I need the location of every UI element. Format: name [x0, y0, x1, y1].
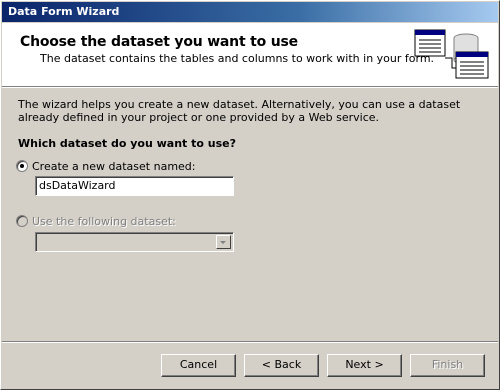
- radio-create-new-button[interactable]: [16, 160, 28, 172]
- finish-button[interactable]: Finish: [410, 354, 485, 377]
- chevron-down-icon[interactable]: [216, 235, 231, 249]
- dataset-name-input[interactable]: dsDataWizard: [35, 176, 234, 196]
- radio-create-new-label[interactable]: Create a new dataset named:: [32, 160, 196, 173]
- radio-use-existing-button[interactable]: [16, 215, 28, 227]
- wizard-header: Choose the dataset you want to use The d…: [2, 23, 498, 87]
- page-heading: Choose the dataset you want to use: [20, 34, 298, 50]
- wizard-window: Data Form Wizard Choose the dataset you …: [0, 0, 500, 390]
- radio-use-existing-label[interactable]: Use the following dataset:: [32, 215, 176, 228]
- cancel-button[interactable]: Cancel: [161, 354, 236, 377]
- header-divider: [2, 87, 498, 88]
- window-title: Data Form Wizard: [8, 5, 120, 18]
- next-button[interactable]: Next >: [327, 354, 402, 377]
- footer-separator: [2, 341, 498, 343]
- existing-dataset-dropdown[interactable]: [35, 232, 234, 252]
- page-subheading: The dataset contains the tables and colu…: [40, 52, 435, 65]
- intro-text: The wizard helps you create a new datase…: [18, 98, 461, 124]
- title-bar[interactable]: Data Form Wizard: [2, 2, 498, 22]
- question-label: Which dataset do you want to use?: [18, 137, 237, 150]
- back-button[interactable]: < Back: [244, 354, 319, 377]
- dataset-tables-icon: [414, 29, 489, 79]
